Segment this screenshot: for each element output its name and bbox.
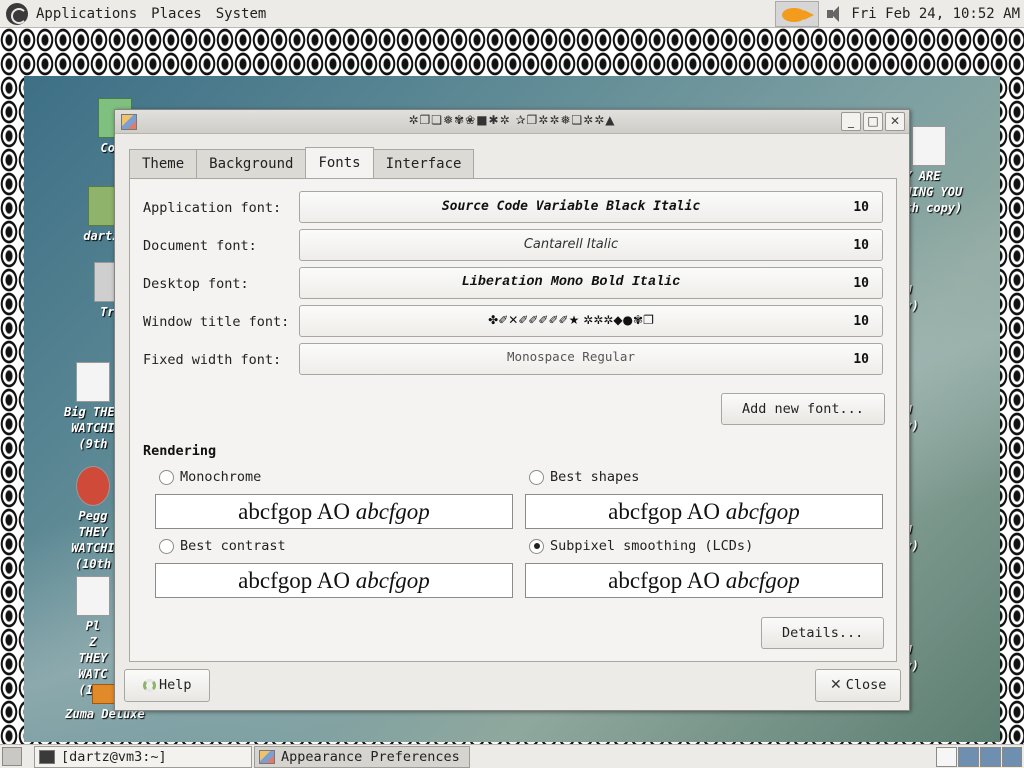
window-title: ✲❐❏❅✾❀■✱✲ ✰❐✲✲❅❏✲✲▲ <box>408 113 616 127</box>
window-title-font-button[interactable]: ✤✐✕✐✐✐✐✐★ ✲✲✲◆●✾❐ 10 <box>299 305 883 337</box>
appearance-preferences-window: ✲❐❏❅✾❀■✱✲ ✰❐✲✲❅❏✲✲▲ _ □ ✕ Theme Backgrou… <box>114 109 910 711</box>
menu-system[interactable]: System <box>216 6 281 22</box>
workspace-1[interactable] <box>936 747 957 767</box>
fixed-width-font-label: Fixed width font: <box>143 352 282 368</box>
terminal-icon <box>39 750 55 764</box>
preview-text-italic: abcfgop <box>355 568 430 593</box>
tab-fonts[interactable]: Fonts <box>305 147 374 178</box>
clock[interactable]: Fri Feb 24, 10:52 AM <box>851 6 1020 22</box>
workspace-3[interactable] <box>980 747 1001 767</box>
preview-text-italic: abcfgop <box>725 499 800 524</box>
workspace-2[interactable] <box>958 747 979 767</box>
show-desktop-icon[interactable] <box>2 747 22 766</box>
close-button[interactable]: ✕ Close <box>815 669 901 702</box>
document-font-button[interactable]: Cantarell Italic 10 <box>299 229 883 261</box>
panel-tray: Fri Feb 24, 10:52 AM <box>775 0 1024 28</box>
workspace-4[interactable] <box>1002 747 1022 767</box>
details-button[interactable]: Details... <box>761 617 885 649</box>
font-name: Liberation Mono Bold Italic <box>461 275 681 290</box>
task-label: [dartz@vm3:~] <box>61 749 167 765</box>
preview-text: abcfgop AO <box>608 499 726 524</box>
help-label: Help <box>159 677 192 693</box>
font-size: 10 <box>853 276 869 291</box>
tab-background[interactable]: Background <box>196 149 307 178</box>
monochrome-preview[interactable]: abcfgop AO abcfgop <box>155 494 513 529</box>
radio-label: Subpixel smoothing (LCDs) <box>550 538 754 554</box>
preview-text: abcfgop AO <box>238 499 356 524</box>
font-name: ✤✐✕✐✐✐✐✐★ ✲✲✲◆●✾❐ <box>488 313 654 327</box>
radio-button[interactable] <box>159 469 174 485</box>
preview-text-italic: abcfgop <box>355 499 430 524</box>
best-contrast-preview[interactable]: abcfgop AO abcfgop <box>155 563 513 598</box>
close-icon: ✕ <box>830 677 842 693</box>
task-label: Appearance Preferences <box>281 749 460 765</box>
appearance-app-icon <box>259 750 275 764</box>
rendering-title: Rendering <box>143 443 217 459</box>
font-size: 10 <box>853 200 869 215</box>
volume-icon[interactable] <box>825 4 845 24</box>
document-font-label: Document font: <box>143 238 257 254</box>
menu-applications[interactable]: Applications <box>36 6 151 22</box>
window-title-font-label: Window title font: <box>143 314 290 330</box>
document-icon <box>76 576 110 616</box>
best-shapes-preview[interactable]: abcfgop AO abcfgop <box>525 494 883 529</box>
distro-logo-icon[interactable] <box>6 2 28 25</box>
radio-label: Best contrast <box>180 538 286 554</box>
application-font-button[interactable]: Source Code Variable Black Italic 10 <box>299 191 883 223</box>
preview-text-italic: abcfgop <box>725 568 800 593</box>
add-new-font-button[interactable]: Add new font... <box>721 393 885 425</box>
help-button[interactable]: Help <box>124 669 210 702</box>
document-icon <box>76 466 110 506</box>
menu-places[interactable]: Places <box>151 6 216 22</box>
font-name: Source Code Variable Black Italic <box>441 199 701 214</box>
close-window-button[interactable]: ✕ <box>885 112 905 131</box>
tab-theme[interactable]: Theme <box>129 149 198 178</box>
preview-text: abcfgop AO <box>238 568 356 593</box>
bottom-panel: [dartz@vm3:~] Appearance Preferences <box>0 744 1024 768</box>
fish-applet-icon[interactable] <box>775 1 820 27</box>
window-controls: _ □ ✕ <box>841 112 905 131</box>
rendering-monochrome-option[interactable]: Monochrome <box>159 469 261 485</box>
font-name: Cantarell Italic <box>523 237 619 252</box>
fixed-width-font-button[interactable]: Monospace Regular 10 <box>299 343 883 375</box>
radio-button-selected[interactable] <box>529 538 544 554</box>
minimize-button[interactable]: _ <box>841 112 861 131</box>
desktop-font-label: Desktop font: <box>143 276 249 292</box>
document-icon <box>76 362 110 402</box>
document-icon <box>912 126 946 166</box>
radio-label: Monochrome <box>180 469 262 485</box>
taskbar-item-terminal[interactable]: [dartz@vm3:~] <box>34 746 252 768</box>
maximize-button[interactable]: □ <box>863 112 883 131</box>
window-titlebar[interactable]: ✲❐❏❅✾❀■✱✲ ✰❐✲✲❅❏✲✲▲ _ □ ✕ <box>115 110 909 134</box>
fonts-panel: Application font: Source Code Variable B… <box>129 178 897 662</box>
font-size: 10 <box>853 352 869 367</box>
close-label: Close <box>845 677 887 693</box>
radio-button[interactable] <box>529 469 544 485</box>
radio-button[interactable] <box>159 538 174 554</box>
tab-bar: Theme Background Fonts Interface <box>129 147 475 178</box>
font-name: Monospace Regular <box>507 349 635 364</box>
top-panel: Applications Places System Fri Feb 24, 1… <box>0 0 1024 28</box>
desktop-font-button[interactable]: Liberation Mono Bold Italic 10 <box>299 267 883 299</box>
rendering-best-contrast-option[interactable]: Best contrast <box>159 538 286 554</box>
preview-text: abcfgop AO <box>608 568 726 593</box>
rendering-subpixel-option[interactable]: Subpixel smoothing (LCDs) <box>529 538 753 554</box>
application-font-label: Application font: <box>143 200 282 216</box>
subpixel-preview[interactable]: abcfgop AO abcfgop <box>525 563 883 598</box>
radio-label: Best shapes <box>550 469 640 485</box>
font-size: 10 <box>853 314 869 329</box>
help-icon <box>143 679 156 692</box>
taskbar-item-appearance[interactable]: Appearance Preferences <box>254 746 470 768</box>
tab-interface[interactable]: Interface <box>372 149 475 178</box>
font-size: 10 <box>853 238 869 253</box>
rendering-best-shapes-option[interactable]: Best shapes <box>529 469 639 485</box>
